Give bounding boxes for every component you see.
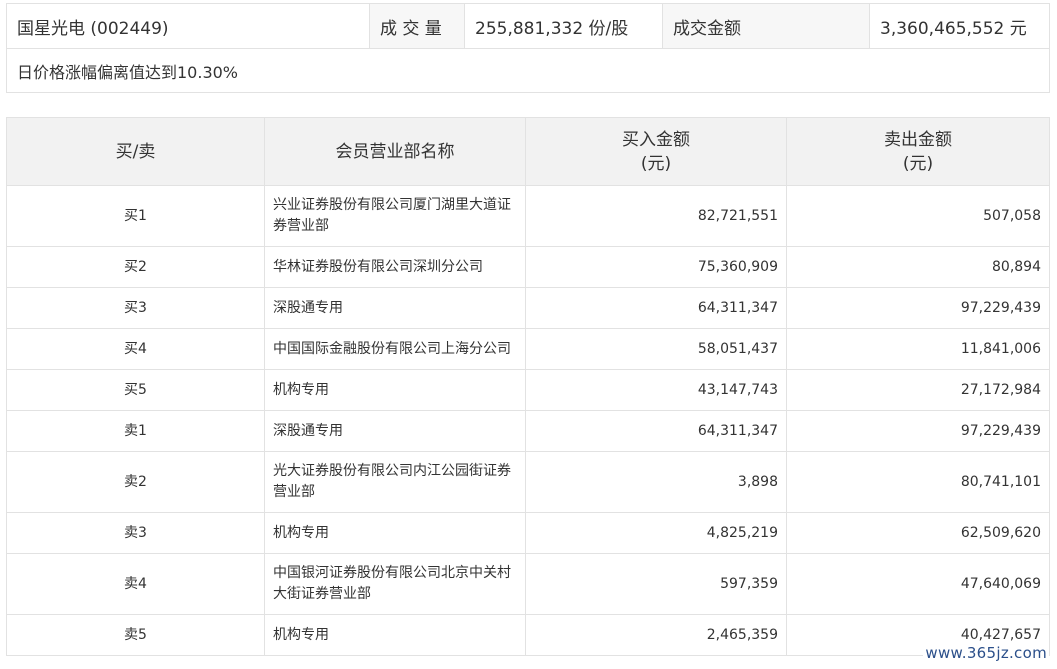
row-side: 卖4: [6, 553, 265, 615]
header-buy-label: 买入金额: [622, 129, 690, 150]
row-member-name: 中国国际金融股份有限公司上海分公司: [264, 328, 526, 370]
table-row: 买2 华林证券股份有限公司深圳分公司 75,360,909 80,894: [6, 246, 1050, 288]
table-header-row: 买/卖 会员营业部名称 买入金额 (元) 卖出金额 (元): [6, 117, 1050, 186]
row-member-name: 机构专用: [264, 614, 526, 656]
row-sell-amount: 11,841,006: [786, 328, 1050, 370]
stock-name: 国星光电 (002449): [6, 3, 370, 49]
deviation-note: 日价格涨幅偏离值达到10.30%: [6, 48, 1050, 93]
header-sell-amount: 卖出金额 (元): [786, 117, 1050, 186]
table-row: 卖3 机构专用 4,825,219 62,509,620: [6, 512, 1050, 554]
row-sell-amount: 80,741,101: [786, 451, 1050, 513]
amount-value: 3,360,465,552 元: [869, 3, 1050, 49]
summary-note-row: 日价格涨幅偏离值达到10.30%: [6, 48, 1050, 93]
row-side: 卖2: [6, 451, 265, 513]
volume-value: 255,881,332 份/股: [464, 3, 663, 49]
row-buy-amount: 2,465,359: [525, 614, 787, 656]
row-buy-amount: 58,051,437: [525, 328, 787, 370]
row-member-name: 机构专用: [264, 512, 526, 554]
header-member: 会员营业部名称: [264, 117, 526, 186]
summary-row: 国星光电 (002449) 成 交 量 255,881,332 份/股 成交金额…: [6, 3, 1050, 49]
trading-seats-table: 买/卖 会员营业部名称 买入金额 (元) 卖出金额 (元) 买1 兴业证券股份有…: [6, 117, 1050, 656]
row-sell-amount: 62,509,620: [786, 512, 1050, 554]
row-member-name: 深股通专用: [264, 287, 526, 329]
row-side: 卖5: [6, 614, 265, 656]
row-buy-amount: 597,359: [525, 553, 787, 615]
table-row: 卖2 光大证券股份有限公司内江公园街证券营业部 3,898 80,741,101: [6, 451, 1050, 513]
row-buy-amount: 75,360,909: [525, 246, 787, 288]
table-row: 卖5 机构专用 2,465,359 40,427,657: [6, 614, 1050, 656]
row-buy-amount: 4,825,219: [525, 512, 787, 554]
row-side: 买3: [6, 287, 265, 329]
row-buy-amount: 64,311,347: [525, 287, 787, 329]
row-member-name: 中国银河证券股份有限公司北京中关村大街证券营业部: [264, 553, 526, 615]
volume-label: 成 交 量: [369, 3, 465, 49]
row-buy-amount: 43,147,743: [525, 369, 787, 411]
site-watermark: www.365jz.com: [923, 642, 1049, 664]
row-side: 买5: [6, 369, 265, 411]
header-side: 买/卖: [6, 117, 265, 186]
table-row: 买3 深股通专用 64,311,347 97,229,439: [6, 287, 1050, 329]
row-sell-amount: 47,640,069: [786, 553, 1050, 615]
table-row: 买4 中国国际金融股份有限公司上海分公司 58,051,437 11,841,0…: [6, 328, 1050, 370]
table-row: 买1 兴业证券股份有限公司厦门湖里大道证券营业部 82,721,551 507,…: [6, 185, 1050, 247]
header-sell-unit: (元): [902, 153, 934, 174]
row-sell-amount: 80,894: [786, 246, 1050, 288]
header-sell-label: 卖出金额: [884, 129, 952, 150]
header-buy-amount: 买入金额 (元): [525, 117, 787, 186]
row-member-name: 华林证券股份有限公司深圳分公司: [264, 246, 526, 288]
row-buy-amount: 3,898: [525, 451, 787, 513]
row-member-name: 兴业证券股份有限公司厦门湖里大道证券营业部: [264, 185, 526, 247]
amount-label: 成交金额: [662, 3, 870, 49]
row-buy-amount: 64,311,347: [525, 410, 787, 452]
row-member-name: 光大证券股份有限公司内江公园街证券营业部: [264, 451, 526, 513]
row-member-name: 机构专用: [264, 369, 526, 411]
row-side: 买2: [6, 246, 265, 288]
row-buy-amount: 82,721,551: [525, 185, 787, 247]
row-member-name: 深股通专用: [264, 410, 526, 452]
table-row: 卖1 深股通专用 64,311,347 97,229,439: [6, 410, 1050, 452]
row-sell-amount: 27,172,984: [786, 369, 1050, 411]
table-row: 卖4 中国银河证券股份有限公司北京中关村大街证券营业部 597,359 47,6…: [6, 553, 1050, 615]
row-sell-amount: 97,229,439: [786, 287, 1050, 329]
row-side: 卖3: [6, 512, 265, 554]
header-buy-unit: (元): [640, 153, 672, 174]
row-sell-amount: 97,229,439: [786, 410, 1050, 452]
page: 国星光电 (002449) 成 交 量 255,881,332 份/股 成交金额…: [0, 0, 1057, 669]
row-side: 卖1: [6, 410, 265, 452]
stock-summary-table: 国星光电 (002449) 成 交 量 255,881,332 份/股 成交金额…: [6, 3, 1050, 93]
row-side: 买1: [6, 185, 265, 247]
row-sell-amount: 507,058: [786, 185, 1050, 247]
table-row: 买5 机构专用 43,147,743 27,172,984: [6, 369, 1050, 411]
row-side: 买4: [6, 328, 265, 370]
